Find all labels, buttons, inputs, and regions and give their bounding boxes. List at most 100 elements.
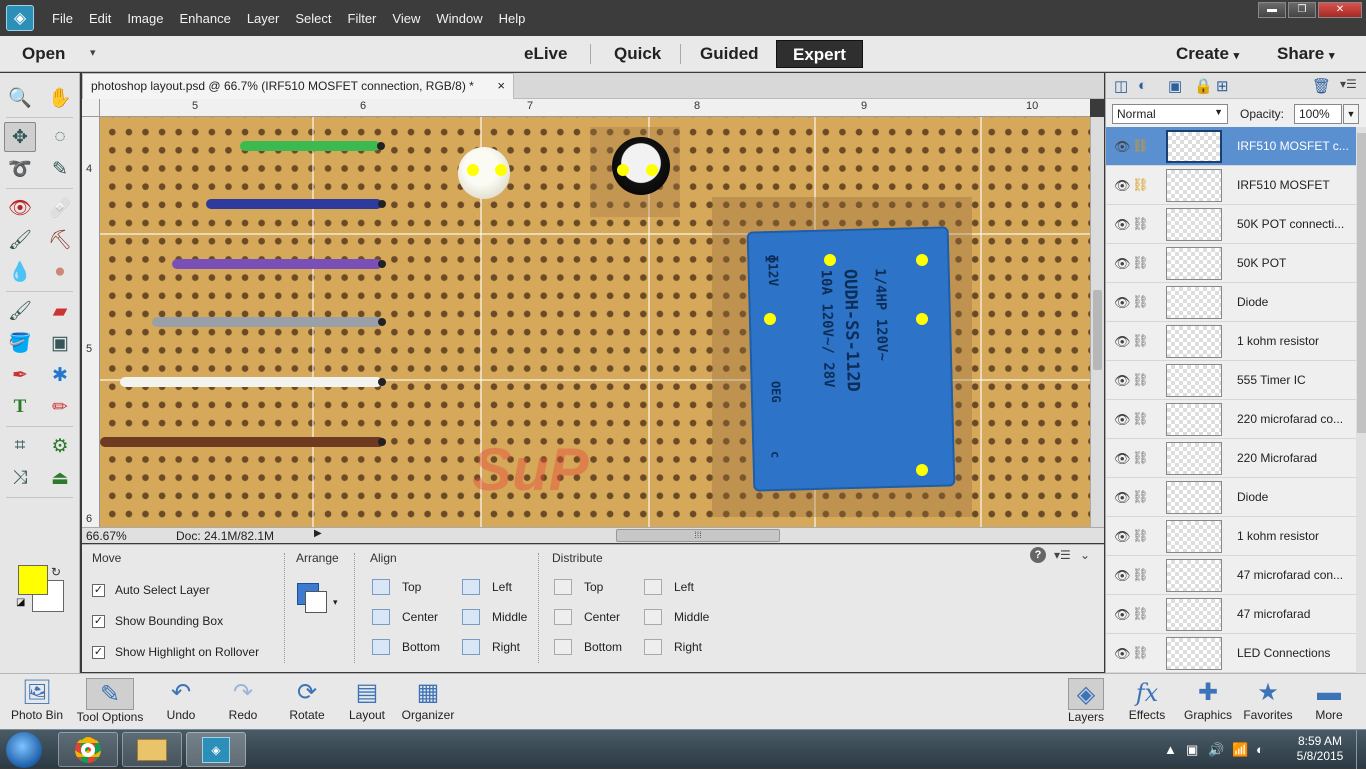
menu-view[interactable]: View: [384, 11, 428, 26]
distribute-left-button[interactable]: Left: [644, 579, 694, 595]
more-button[interactable]: ▬ More: [1304, 674, 1354, 730]
start-button[interactable]: [6, 732, 42, 768]
canvas-horizontal-scroll-thumb[interactable]: ⁞⁞⁞: [616, 529, 780, 542]
layer-link-icon[interactable]: ⛓: [1132, 645, 1149, 661]
layer-link-icon[interactable]: ⛓: [1132, 333, 1149, 349]
update-icon[interactable]: ◐: [1256, 742, 1264, 757]
recompose-tool-icon[interactable]: ⚙: [44, 431, 76, 461]
straighten-tool-icon[interactable]: ⏏: [44, 463, 76, 493]
menu-enhance[interactable]: Enhance: [172, 11, 239, 26]
collapse-panel-icon[interactable]: ⌄: [1080, 548, 1090, 562]
device-icon[interactable]: ▣: [1186, 742, 1198, 758]
visibility-eye-icon[interactable]: 👁: [1114, 529, 1131, 545]
layer-row[interactable]: 👁 ⛓ Diode: [1106, 478, 1356, 517]
share-button[interactable]: Share ▾: [1277, 44, 1335, 64]
layer-link-icon[interactable]: ⛓: [1132, 567, 1149, 583]
visibility-eye-icon[interactable]: 👁: [1114, 256, 1131, 272]
zoom-level[interactable]: 66.67%: [86, 529, 127, 543]
align-left-button[interactable]: Left: [462, 579, 512, 595]
smart-brush-tool-icon[interactable]: 🖌: [4, 225, 36, 255]
layer-link-icon[interactable]: ⛓: [1132, 450, 1149, 466]
show-bounding-box-option[interactable]: ✓ Show Bounding Box: [92, 614, 223, 628]
menu-select[interactable]: Select: [287, 11, 339, 26]
sponge-tool-icon[interactable]: ●: [44, 257, 76, 287]
layer-link-icon[interactable]: ⛓: [1132, 255, 1149, 271]
layer-row[interactable]: 👁 ⛓ LED Connections: [1106, 634, 1356, 673]
distribute-center-button[interactable]: Center: [554, 609, 620, 625]
visibility-eye-icon[interactable]: 👁: [1114, 568, 1131, 584]
move-tool-icon[interactable]: ✥: [4, 122, 36, 152]
quick-selection-tool-icon[interactable]: ✎: [44, 154, 76, 184]
layer-link-icon[interactable]: ⛓: [1132, 606, 1149, 622]
brush-tool-icon[interactable]: 🖌: [4, 296, 36, 326]
layer-row[interactable]: 👁 ⛓ 50K POT connecti...: [1106, 205, 1356, 244]
opacity-input[interactable]: 100%: [1294, 104, 1342, 124]
show-hidden-icons-icon[interactable]: ▲: [1164, 742, 1177, 757]
graphics-button[interactable]: ✚ Graphics: [1180, 674, 1236, 730]
red-eye-tool-icon[interactable]: 👁: [4, 193, 36, 223]
tool-options-button[interactable]: ✎ Tool Options: [72, 674, 148, 730]
layer-row[interactable]: 👁 ⛓ IRF510 MOSFET: [1106, 166, 1356, 205]
hand-tool-icon[interactable]: ✋: [44, 83, 76, 113]
align-right-button[interactable]: Right: [462, 639, 520, 655]
layer-row[interactable]: 👁 ⛓ 220 Microfarad: [1106, 439, 1356, 478]
delete-layer-icon[interactable]: 🗑: [1312, 77, 1331, 95]
lock-transparency-icon[interactable]: ⊞: [1216, 77, 1229, 95]
volume-icon[interactable]: 🔊: [1208, 742, 1224, 758]
image-canvas[interactable]: SuP ɸ12V 10A 120V~/ 28V OUDH-SS-112D 1/4…: [100, 117, 1090, 527]
layer-link-icon[interactable]: ⛓: [1132, 489, 1149, 505]
explorer-taskbar-button[interactable]: [122, 732, 182, 767]
type-tool-icon[interactable]: T: [4, 392, 36, 422]
menu-filter[interactable]: Filter: [340, 11, 385, 26]
visibility-eye-icon[interactable]: 👁: [1114, 412, 1131, 428]
visibility-eye-icon[interactable]: 👁: [1114, 139, 1131, 155]
document-tab[interactable]: photoshop layout.psd @ 66.7% (IRF510 MOS…: [82, 73, 514, 99]
pencil-tool-icon[interactable]: ✏: [44, 392, 76, 422]
layer-row[interactable]: 👁 ⛓ 50K POT: [1106, 244, 1356, 283]
visibility-eye-icon[interactable]: 👁: [1114, 295, 1131, 311]
align-top-button[interactable]: Top: [372, 579, 421, 595]
eraser-tool-icon[interactable]: ▰: [44, 296, 76, 326]
layer-row[interactable]: 👁 ⛓ 1 kohm resistor: [1106, 517, 1356, 556]
minimize-button[interactable]: ▬: [1258, 2, 1286, 18]
canvas-vertical-scroll-thumb[interactable]: [1093, 290, 1102, 370]
photo-bin-button[interactable]: 🖼 Photo Bin: [4, 674, 70, 730]
opacity-dropdown-icon[interactable]: ▼: [1343, 104, 1359, 124]
mode-elive[interactable]: eLive: [508, 40, 583, 68]
menu-file[interactable]: File: [44, 11, 81, 26]
menu-image[interactable]: Image: [119, 11, 171, 26]
blend-mode-select[interactable]: Normal ▼: [1112, 104, 1228, 124]
eyedropper-tool-icon[interactable]: ✒: [4, 360, 36, 390]
clone-stamp-tool-icon[interactable]: ⛏: [44, 225, 76, 255]
favorites-button[interactable]: ★ Favorites: [1240, 674, 1296, 730]
distribute-right-button[interactable]: Right: [644, 639, 702, 655]
show-desktop-button[interactable]: [1356, 730, 1366, 769]
close-button[interactable]: ✕: [1318, 2, 1362, 18]
layer-row[interactable]: 👁 ⛓ 47 microfarad con...: [1106, 556, 1356, 595]
open-dropdown-icon[interactable]: ▾: [90, 46, 96, 59]
layer-row[interactable]: 👁 ⛓ 220 microfarad co...: [1106, 400, 1356, 439]
lock-all-icon[interactable]: 🔒: [1194, 77, 1213, 95]
layers-scroll-thumb[interactable]: [1357, 133, 1366, 433]
spot-healing-tool-icon[interactable]: 🩹: [44, 193, 76, 223]
content-aware-move-tool-icon[interactable]: ⤨: [4, 463, 36, 493]
layer-link-icon[interactable]: ⛓: [1132, 177, 1149, 193]
panel-menu-icon[interactable]: ▾☰: [1054, 548, 1071, 562]
blur-tool-icon[interactable]: 💧: [4, 257, 36, 287]
status-menu-arrow-icon[interactable]: ▶: [314, 528, 322, 539]
create-button[interactable]: Create ▾: [1176, 44, 1239, 64]
help-icon[interactable]: ?: [1030, 547, 1046, 563]
auto-select-layer-checkbox[interactable]: ✓: [92, 583, 105, 597]
visibility-eye-icon[interactable]: 👁: [1114, 178, 1131, 194]
layer-row[interactable]: 👁 ⛓ IRF510 MOSFET c...: [1106, 127, 1356, 166]
layer-link-icon[interactable]: ⛓: [1132, 138, 1149, 154]
menu-window[interactable]: Window: [428, 11, 490, 26]
app-icon[interactable]: ◈: [6, 5, 34, 31]
network-icon[interactable]: 📶: [1232, 742, 1248, 758]
visibility-eye-icon[interactable]: 👁: [1114, 451, 1131, 467]
menu-help[interactable]: Help: [491, 11, 534, 26]
redo-button[interactable]: ↷ Redo: [218, 674, 268, 730]
visibility-eye-icon[interactable]: 👁: [1114, 607, 1131, 623]
layer-link-icon[interactable]: ⛓: [1132, 294, 1149, 310]
custom-shape-tool-icon[interactable]: ✱: [44, 360, 76, 390]
